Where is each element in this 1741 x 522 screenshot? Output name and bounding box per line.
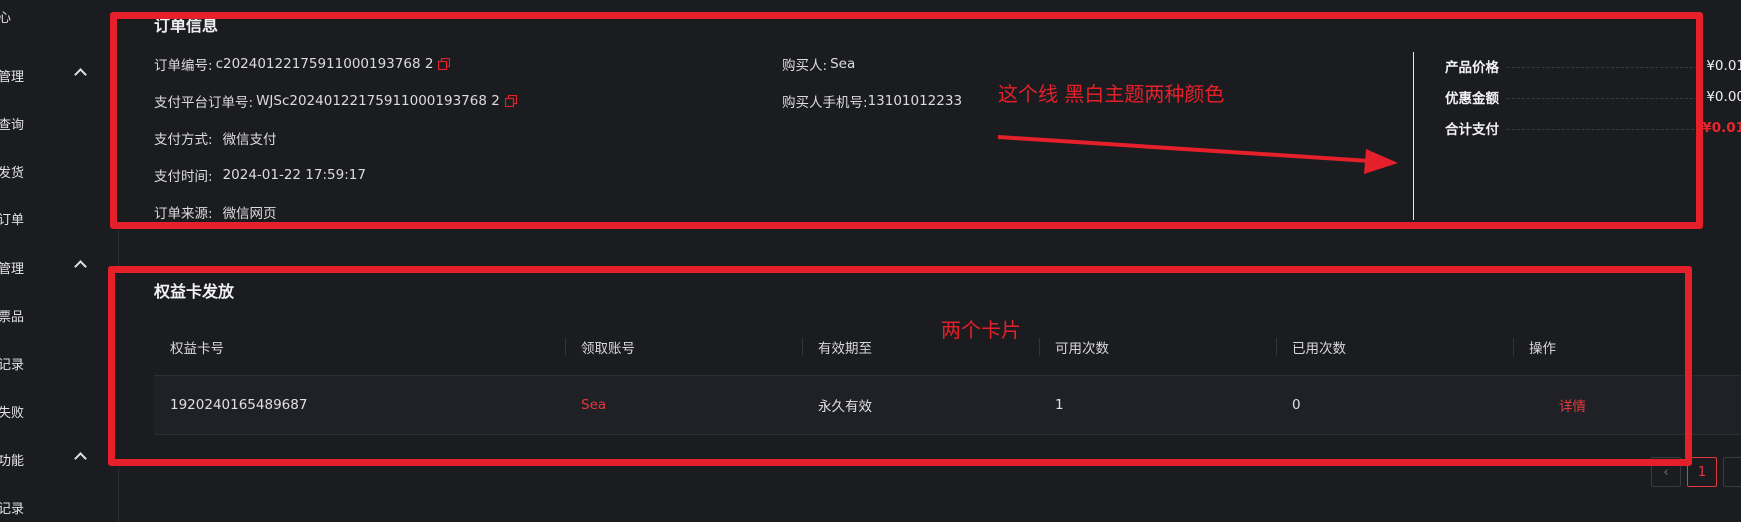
- page: 心 管理 查询 发货 订单 管理 票品 记录 失败 功能 记录 订单信息 订单编…: [0, 0, 1741, 522]
- annotation-arrow: [997, 135, 1398, 174]
